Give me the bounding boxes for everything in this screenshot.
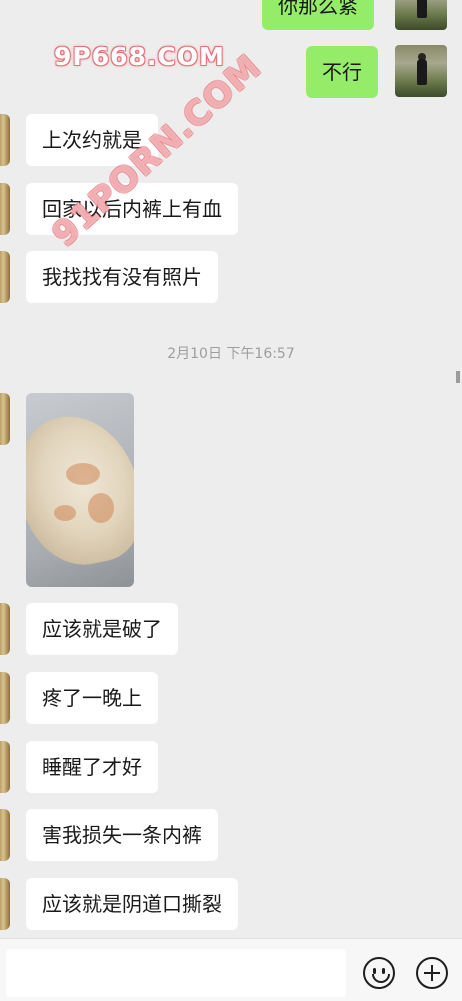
self-avatar[interactable] xyxy=(395,45,447,97)
contact-avatar[interactable] xyxy=(0,114,10,166)
self-avatar[interactable] xyxy=(395,0,447,30)
received-message-bubble[interactable]: 我找找有没有照片 xyxy=(26,251,218,303)
watermark-top: 9P668.COM xyxy=(54,42,225,71)
input-bar xyxy=(0,938,462,1001)
received-message-bubble[interactable]: 害我损失一条内裤 xyxy=(26,809,218,861)
sent-message-bubble[interactable]: 不行 xyxy=(306,46,378,98)
message-timestamp: 2月10日 下午16:57 xyxy=(167,346,295,362)
sent-message-bubble[interactable]: 你那么紧 xyxy=(262,0,374,30)
contact-avatar[interactable] xyxy=(0,251,10,303)
image-message[interactable] xyxy=(26,393,134,587)
plus-circle-icon[interactable] xyxy=(416,957,448,989)
received-message-bubble[interactable]: 疼了一晚上 xyxy=(26,672,158,724)
contact-avatar[interactable] xyxy=(0,878,10,930)
contact-avatar[interactable] xyxy=(0,183,10,235)
contact-avatar[interactable] xyxy=(0,809,10,861)
photo-content xyxy=(26,404,134,576)
received-message-bubble[interactable]: 应该就是阴道口撕裂 xyxy=(26,878,238,930)
smiley-face-icon[interactable] xyxy=(363,957,395,989)
scroll-indicator xyxy=(456,371,460,383)
received-message-bubble[interactable]: 应该就是破了 xyxy=(26,603,178,655)
message-input[interactable] xyxy=(6,949,346,997)
contact-avatar[interactable] xyxy=(0,393,10,445)
contact-avatar[interactable] xyxy=(0,741,10,793)
contact-avatar[interactable] xyxy=(0,603,10,655)
received-message-bubble[interactable]: 睡醒了才好 xyxy=(26,741,158,793)
contact-avatar[interactable] xyxy=(0,672,10,724)
